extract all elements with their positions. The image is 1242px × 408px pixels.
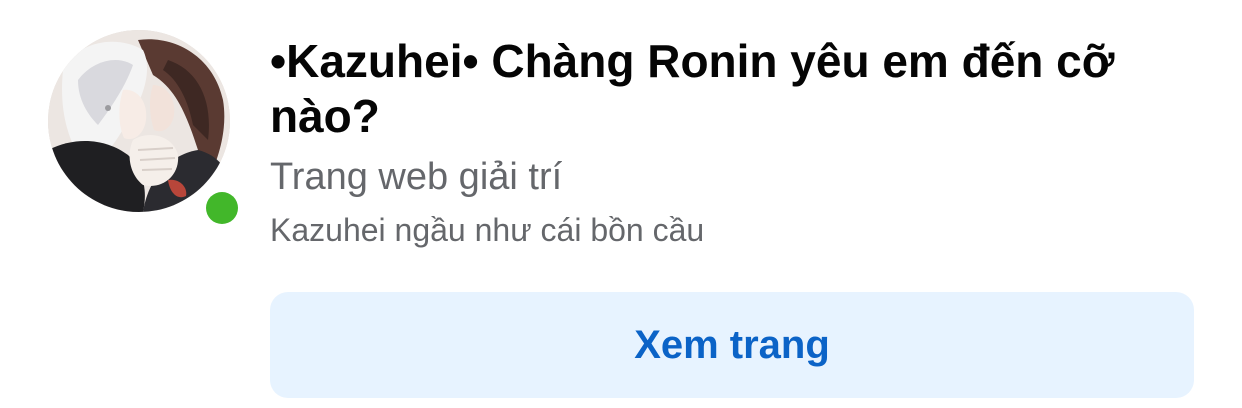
view-page-button[interactable]: Xem trang: [270, 292, 1194, 398]
page-info: •Kazuhei• Chàng Ronin yêu em đến cỡ nào?…: [270, 34, 1170, 250]
online-status-indicator: [200, 186, 244, 230]
page-description: Kazuhei ngầu như cái bồn cầu: [270, 212, 705, 248]
page-avatar-container[interactable]: [48, 30, 244, 230]
page-title[interactable]: •Kazuhei• Chàng Ronin yêu em đến cỡ nào?: [270, 34, 1170, 144]
view-page-button-label: Xem trang: [634, 322, 830, 367]
page-category: Trang web giải trí: [270, 156, 563, 198]
avatar-artwork: [48, 30, 230, 212]
avatar[interactable]: [48, 30, 230, 212]
